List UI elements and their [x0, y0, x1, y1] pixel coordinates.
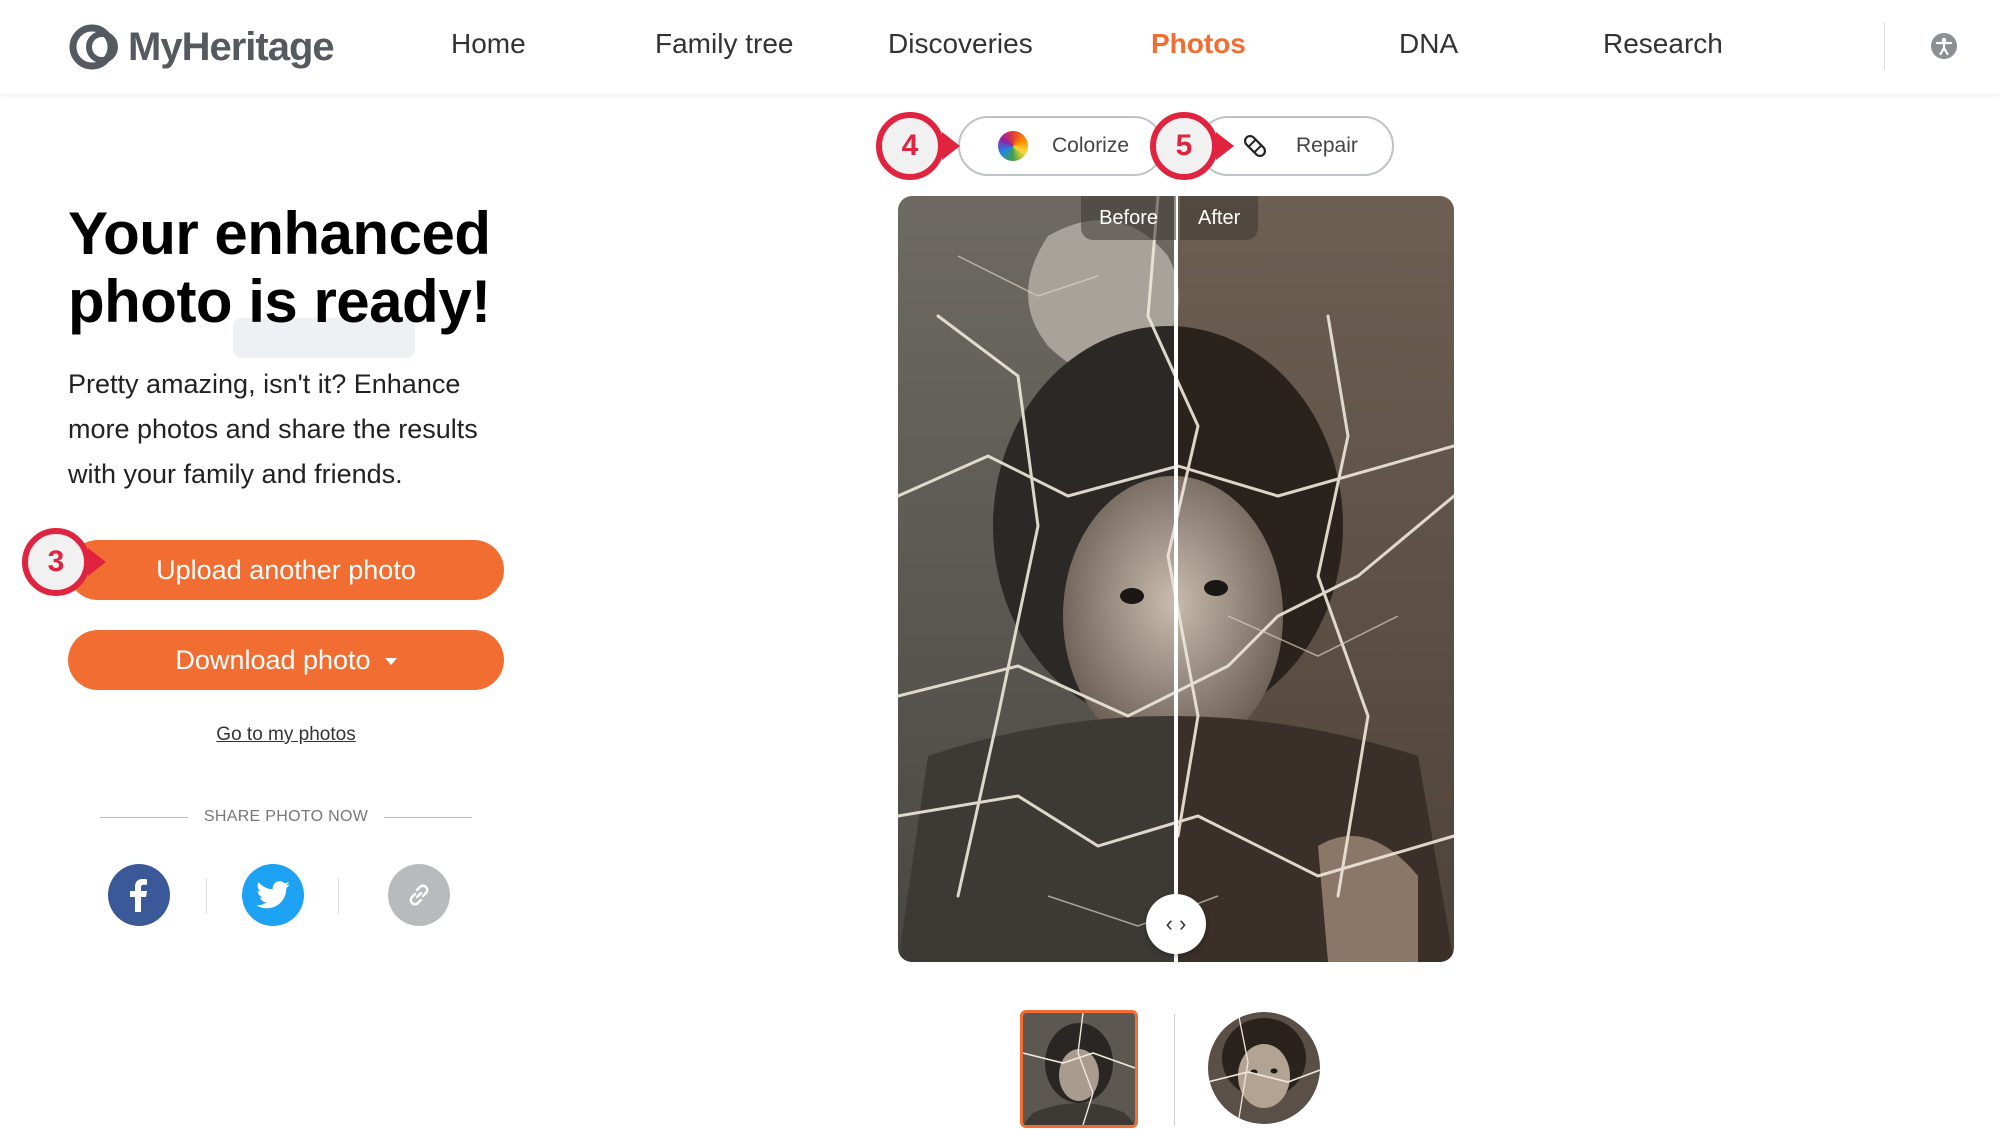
callout-badge-5: 5 [1150, 112, 1234, 180]
nav-research[interactable]: Research [1603, 28, 1723, 60]
colorize-label: Colorize [1052, 134, 1130, 157]
callout-badge-3: 3 [22, 528, 106, 596]
share-section-label: SHARE PHOTO NOW [100, 808, 472, 826]
nav-family-tree[interactable]: Family tree [655, 28, 793, 60]
thumbnail-face-crop[interactable] [1208, 1012, 1320, 1124]
brand-logo[interactable]: MyHeritage [68, 22, 335, 72]
page-subtext: Pretty amazing, isn't it? Enhance more p… [68, 369, 478, 489]
facebook-share-button[interactable] [108, 864, 170, 926]
share-separator [206, 878, 207, 914]
comparison-slider-handle[interactable]: ‹ › [1146, 894, 1206, 954]
facebook-icon [130, 879, 147, 912]
nav-discoveries[interactable]: Discoveries [888, 28, 1033, 60]
nav-photos[interactable]: Photos [1151, 28, 1246, 60]
logo-icon [69, 24, 118, 70]
nav-dna[interactable]: DNA [1399, 28, 1458, 60]
comparison-divider [1174, 196, 1178, 962]
link-icon [409, 884, 429, 906]
before-label: Before [1081, 196, 1176, 240]
copy-link-button[interactable] [388, 864, 450, 926]
brand-name: MyHeritage [128, 24, 335, 69]
page-title: Your enhanced photo is ready! [68, 200, 491, 335]
divider [384, 816, 472, 818]
after-label: After [1180, 196, 1259, 240]
repair-label: Repair [1296, 134, 1358, 157]
before-after-comparison[interactable]: Before After ‹ › [898, 196, 1454, 962]
twitter-icon [256, 881, 290, 909]
face-thumbnail [1208, 1012, 1320, 1124]
divider [100, 816, 188, 818]
twitter-share-button[interactable] [242, 864, 304, 926]
download-button-label: Download photo [175, 644, 371, 675]
top-nav: MyHeritage Home Family tree Discoveries … [0, 0, 2000, 94]
colorize-button[interactable]: Colorize [958, 116, 1164, 176]
nav-home[interactable]: Home [451, 28, 526, 60]
upload-button-label: Upload another photo [156, 554, 416, 585]
share-label-text: SHARE PHOTO NOW [203, 808, 369, 825]
color-wheel-icon [998, 131, 1028, 161]
bandage-icon [1243, 134, 1267, 158]
photo-thumbnail [1023, 1013, 1135, 1125]
go-to-my-photos-link[interactable]: Go to my photos [0, 724, 572, 746]
thumbnail-separator [1174, 1014, 1175, 1126]
chevrons-left-right-icon: ‹ › [1165, 911, 1187, 936]
nav-divider [1884, 22, 1885, 70]
upload-another-photo-button[interactable]: Upload another photo [68, 540, 504, 600]
share-separator [338, 878, 339, 914]
accessibility-icon[interactable] [1931, 33, 1957, 59]
callout-badge-4: 4 [876, 112, 960, 180]
download-photo-button[interactable]: Download photo [68, 630, 504, 690]
thumbnail-full-photo[interactable] [1020, 1010, 1138, 1128]
caret-down-icon [384, 658, 397, 665]
